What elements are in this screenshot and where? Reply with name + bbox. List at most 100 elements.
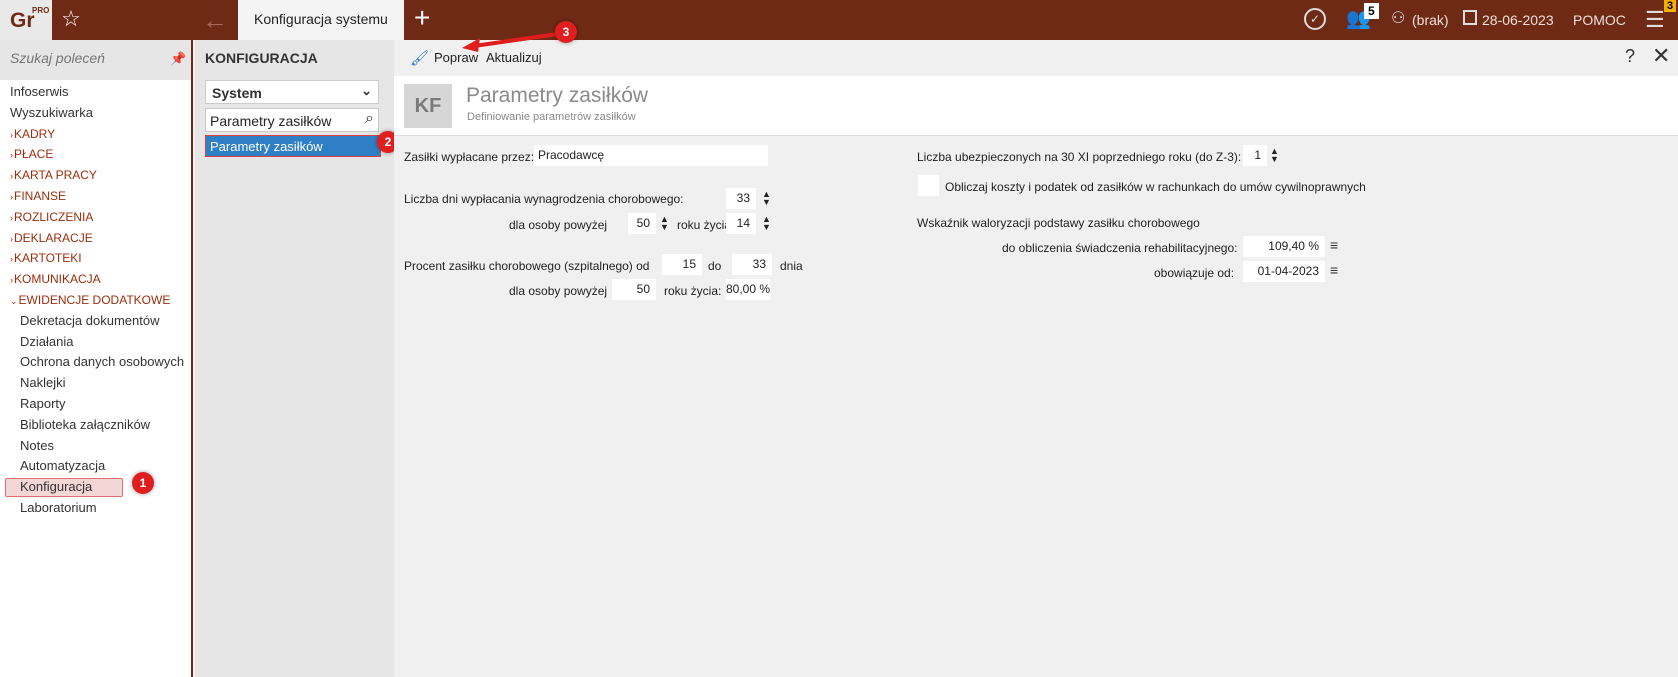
calendar-icon[interactable]	[1463, 10, 1477, 25]
close-icon[interactable]: ✕	[1652, 43, 1670, 69]
select-value: System	[212, 85, 262, 101]
dnia-label: dnia	[780, 259, 803, 273]
sidebar-item-konfiguracja[interactable]: Konfiguracja	[0, 477, 191, 498]
config-category-select[interactable]: System ⌄	[205, 80, 379, 104]
sidebar-item-label: KARTA PRACY	[14, 168, 97, 183]
chevron-right-icon: ›	[10, 129, 13, 140]
chevron-right-icon: ›	[10, 233, 13, 244]
valid-from-field[interactable]: 01-04-2023	[1243, 261, 1325, 282]
menu-badge: 3	[1664, 0, 1677, 12]
sidebar-item-laboratorium[interactable]: Laboratorium	[0, 498, 191, 519]
sidebar-item-automatyzacja[interactable]: Automatyzacja	[0, 456, 191, 477]
insured-field[interactable]: 1	[1243, 145, 1267, 166]
sidebar-item-infoserwis[interactable]: Infoserwis	[0, 82, 191, 103]
chevron-right-icon: ›	[10, 191, 13, 202]
config-search-input[interactable]	[210, 113, 350, 129]
sidebar-item-label: PŁACE	[14, 147, 54, 162]
command-search-input[interactable]	[10, 50, 160, 66]
sidebar-item-dzialania[interactable]: Działania	[0, 332, 191, 353]
operator-icon[interactable]: ⚇	[1391, 8, 1405, 28]
sidebar-section-kartoteki[interactable]: ›KARTOTEKI	[0, 248, 191, 269]
working-date[interactable]: 28-06-2023	[1482, 12, 1554, 28]
chevron-right-icon: ›	[10, 150, 13, 161]
rehab-field[interactable]: 109,40 %	[1243, 236, 1325, 257]
help-link[interactable]: POMOC	[1573, 12, 1626, 28]
age-days-spinner-icon[interactable]: ▲ ▼	[762, 215, 771, 232]
operator-label[interactable]: (brak)	[1412, 12, 1449, 28]
users-count-badge: 5	[1364, 3, 1379, 19]
check-circle-icon[interactable]: ✓	[1304, 8, 1326, 30]
sidebar-section-kadry[interactable]: ›KADRY	[0, 124, 191, 145]
valid-from-value: 01-04-2023	[1257, 264, 1319, 278]
paid-by-field[interactable]: Pracodawcę	[534, 145, 768, 166]
sidebar-item-wyszukiwarka[interactable]: Wyszukiwarka	[0, 103, 191, 124]
sidebar-nav: Infoserwis Wyszukiwarka ›KADRY ›PŁACE ›K…	[0, 82, 191, 519]
percent-value-field[interactable]: 80,00 %	[726, 279, 770, 300]
add-tab-plus-icon[interactable]: +	[414, 2, 430, 34]
costs-checkbox[interactable]	[918, 175, 939, 196]
sick-days-spinner-icon[interactable]: ▲ ▼	[762, 190, 771, 207]
sidebar-section-ewidencje-dodatkowe[interactable]: ⌄EWIDENCJE DODATKOWE	[0, 290, 191, 311]
search-icon[interactable]: ⌕	[365, 110, 374, 128]
sidebar-item-label: FINANSE	[14, 188, 67, 203]
rehab-value: 109,40 %	[1268, 239, 1319, 253]
percent-from-field[interactable]: 15	[662, 254, 702, 275]
chevron-right-icon: ›	[10, 254, 13, 265]
over-days-field[interactable]: 50	[628, 213, 656, 234]
sidebar-item-dekretacja[interactable]: Dekretacja dokumentów	[0, 311, 191, 332]
insured-spinner-icon[interactable]: ▲ ▼	[1270, 147, 1279, 164]
back-arrow-icon[interactable]: ←	[202, 5, 228, 36]
tab-label: Konfiguracja systemu	[254, 11, 388, 27]
sidebar-section-karta-pracy[interactable]: ›KARTA PRACY	[0, 165, 191, 186]
percent-age-value: 50	[636, 282, 650, 296]
sidebar-item-raporty[interactable]: Raporty	[0, 394, 191, 415]
rehab-label: do obliczenia świadczenia rehabilitacyjn…	[1002, 241, 1238, 255]
sidebar-item-notes[interactable]: Notes	[0, 436, 191, 457]
sidebar-item-ochrona-danych[interactable]: Ochrona danych osobowych	[0, 352, 191, 373]
insured-label: Liczba ubezpieczonych na 30 XI poprzedni…	[917, 150, 1242, 164]
sidebar-item-biblioteka[interactable]: Biblioteka załączników	[0, 415, 191, 436]
config-title: KONFIGURACJA	[205, 50, 318, 66]
sidebar-section-komunikacja[interactable]: ›KOMUNIKACJA	[0, 269, 191, 290]
sidebar-item-naklejki[interactable]: Naklejki	[0, 373, 191, 394]
config-result-item[interactable]: Parametry zasiłków	[205, 135, 381, 157]
over-days-spinner-icon[interactable]: ▲ ▼	[660, 215, 669, 232]
over-person-label: dla osoby powyżej	[509, 218, 608, 232]
valid-from-label: obowiązuje od:	[1154, 266, 1235, 280]
logo-pro-badge: PRO	[32, 6, 50, 15]
favorites-star-icon[interactable]: ☆	[56, 6, 86, 34]
sidebar-item-label: KOMUNIKACJA	[14, 272, 101, 287]
valid-from-list-icon[interactable]: ≡	[1330, 262, 1338, 278]
config-result-label: Parametry zasiłków	[210, 139, 323, 154]
sick-days-field[interactable]: 33	[726, 188, 756, 209]
age-days-value: 14	[736, 216, 750, 230]
age-days-field[interactable]: 14	[726, 213, 756, 234]
valorization-label: Wskaźnik waloryzacji podstawy zasiłku ch…	[917, 216, 1200, 230]
pin-icon[interactable]: 📌	[170, 51, 186, 67]
sidebar-section-place[interactable]: ›PŁACE	[0, 144, 191, 165]
percent-from-value: 15	[682, 257, 696, 271]
age-label-2: roku życia:	[664, 284, 722, 298]
sidebar-item-label: Laboratorium	[20, 499, 97, 515]
app-logo[interactable]: Gr PRO	[0, 0, 52, 40]
rehab-list-icon[interactable]: ≡	[1330, 237, 1338, 253]
percent-age-field[interactable]: 50	[612, 279, 656, 300]
sidebar-section-rozliczenia[interactable]: ›ROZLICZENIA	[0, 207, 191, 228]
help-icon[interactable]: ?	[1625, 46, 1635, 67]
do-label: do	[708, 259, 722, 273]
sidebar-item-label: Działania	[20, 333, 74, 349]
sick-days-label: Liczba dni wypłacania wynagrodzenia chor…	[404, 192, 684, 206]
sidebar-item-label: Infoserwis	[10, 84, 69, 99]
brush-icon[interactable]: 🖌	[410, 49, 429, 67]
sidebar-item-label: Biblioteka załączników	[20, 416, 151, 432]
command-search: 📌	[0, 40, 191, 80]
over-person-label-2: dla osoby powyżej	[509, 284, 608, 298]
percent-to-field[interactable]: 33	[732, 254, 772, 275]
page-subtitle: Definiowanie parametrów zasiłków	[467, 111, 636, 123]
hamburger-menu-icon[interactable]: ☰	[1645, 7, 1665, 33]
tab-konfiguracja-systemu[interactable]: Konfiguracja systemu	[238, 0, 404, 40]
sidebar-item-label: Wyszukiwarka	[10, 104, 93, 120]
sidebar-section-deklaracje[interactable]: ›DEKLARACJE	[0, 228, 191, 249]
step-marker-1: 1	[132, 472, 154, 494]
sidebar-section-finanse[interactable]: ›FINANSE	[0, 186, 191, 207]
